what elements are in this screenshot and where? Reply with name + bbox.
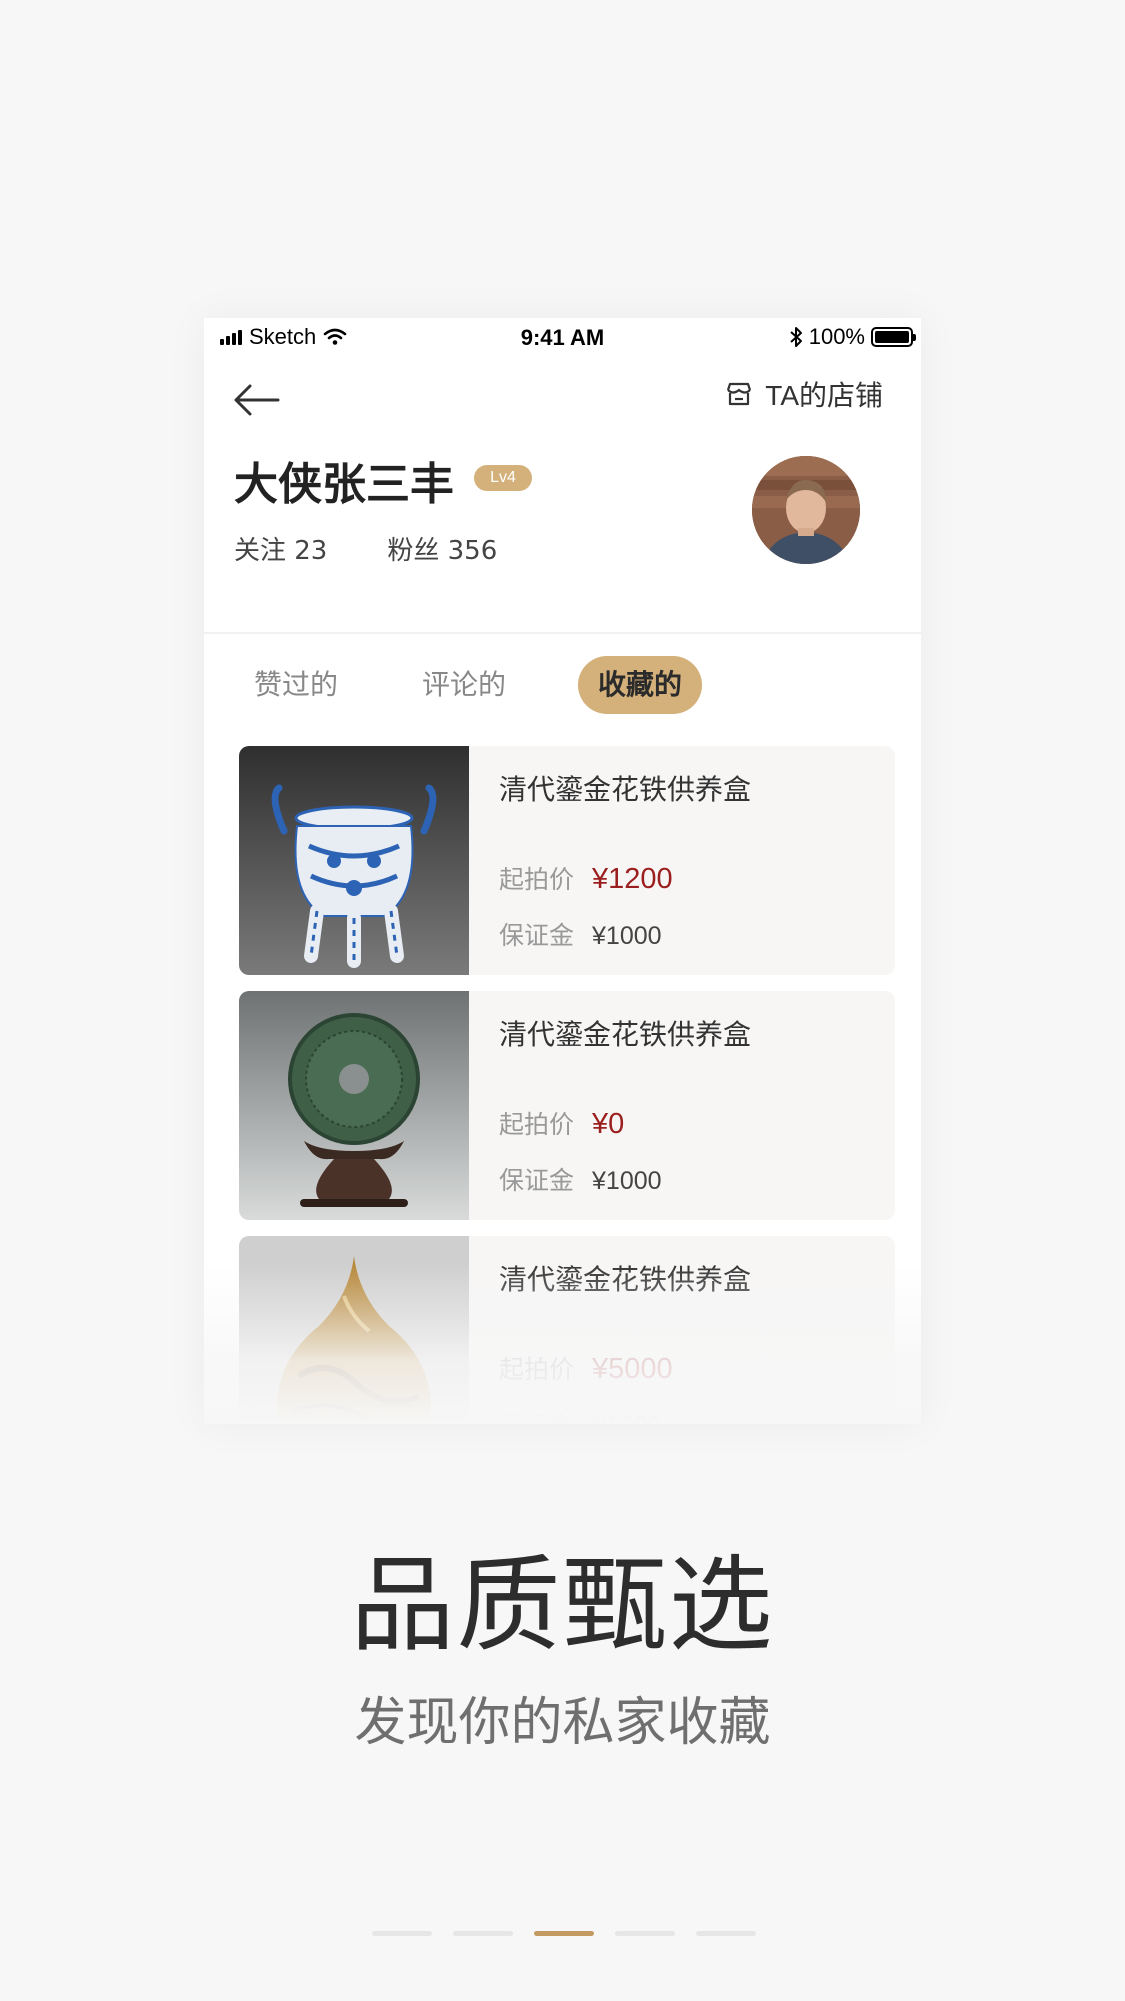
- status-bar: Sketch 9:41 AM 100%: [204, 318, 921, 358]
- list-item[interactable]: 清代鎏金花铁供养盒 起拍价 ¥1200 保证金 ¥1000: [239, 746, 895, 975]
- promo-subtitle: 发现你的私家收藏: [354, 1693, 771, 1753]
- store-icon: [727, 382, 752, 406]
- tab-collected[interactable]: 收藏的: [578, 656, 703, 714]
- collection-list: 清代鎏金花铁供养盒 起拍价 ¥1200 保证金 ¥1000 清代鎏金花铁供养盒 …: [239, 746, 895, 1424]
- phone-screen: Sketch 9:41 AM 100% TA的店铺 大侠张三丰 Lv4 关注 2…: [204, 318, 921, 1424]
- tab-liked[interactable]: 赞过的: [242, 656, 350, 714]
- item-title: 清代鎏金花铁供养盒: [499, 1263, 752, 1296]
- deposit-value: ¥1000: [592, 1167, 662, 1195]
- status-right: 100%: [789, 324, 916, 350]
- battery-icon: [871, 327, 916, 347]
- page-dot[interactable]: [696, 1931, 756, 1936]
- level-badge: Lv4: [474, 465, 532, 491]
- item-image: [239, 746, 469, 975]
- profile-name: 大侠张三丰: [234, 459, 454, 510]
- bluetooth-icon: [790, 327, 802, 347]
- deposit-value: ¥1000: [592, 1412, 662, 1424]
- following-count[interactable]: 关注 23: [234, 530, 327, 567]
- item-title: 清代鎏金花铁供养盒: [499, 773, 752, 806]
- price-row: 起拍价 ¥1200: [499, 860, 673, 896]
- shop-label: TA的店铺: [765, 380, 883, 411]
- deposit-row: 保证金 ¥1000: [499, 1161, 662, 1197]
- list-item[interactable]: 清代鎏金花铁供养盒 起拍价 ¥0 保证金 ¥1000: [239, 991, 895, 1220]
- avatar[interactable]: [752, 456, 860, 564]
- shop-link[interactable]: TA的店铺: [725, 374, 883, 414]
- battery-percent: 100%: [808, 324, 865, 349]
- deposit-label: 保证金: [499, 1406, 574, 1424]
- list-item[interactable]: 清代鎏金花铁供养盒 起拍价 ¥5000 保证金 ¥1000: [239, 1236, 895, 1424]
- price-label: 起拍价: [499, 1355, 575, 1384]
- deposit-value: ¥1000: [592, 922, 662, 950]
- price-row: 起拍价 ¥0: [499, 1105, 624, 1141]
- page-indicator: [372, 1931, 756, 1936]
- followers-count[interactable]: 粉丝 356: [387, 530, 497, 567]
- price-label: 起拍价: [499, 865, 575, 894]
- item-title: 清代鎏金花铁供养盒: [499, 1018, 752, 1051]
- tab-commented[interactable]: 评论的: [410, 656, 518, 714]
- page-dot[interactable]: [615, 1931, 675, 1936]
- tab-bar: 赞过的 评论的 收藏的: [242, 656, 703, 714]
- page-dot[interactable]: [453, 1931, 513, 1936]
- price-value: ¥0: [592, 1108, 625, 1140]
- deposit-label: 保证金: [499, 921, 575, 950]
- price-label: 起拍价: [499, 1110, 575, 1139]
- follow-stats: 关注 23 粉丝 356: [234, 530, 497, 567]
- price-value: ¥5000: [592, 1353, 673, 1385]
- deposit-row: 保证金 ¥1000: [499, 916, 662, 952]
- avatar-image: [752, 456, 860, 564]
- price-value: ¥1200: [592, 863, 673, 895]
- page-dot-active[interactable]: [534, 1931, 594, 1936]
- back-arrow-icon[interactable]: [230, 378, 282, 422]
- deposit-label: 保证金: [499, 1166, 575, 1195]
- item-image: [239, 1236, 469, 1424]
- deposit-row: 保证金 ¥1000: [499, 1406, 662, 1424]
- page-dot[interactable]: [372, 1931, 432, 1936]
- item-image: [239, 991, 469, 1220]
- section-divider: [204, 632, 921, 634]
- price-row: 起拍价 ¥5000: [499, 1350, 673, 1386]
- promo-headline: 品质甄选: [350, 1544, 775, 1666]
